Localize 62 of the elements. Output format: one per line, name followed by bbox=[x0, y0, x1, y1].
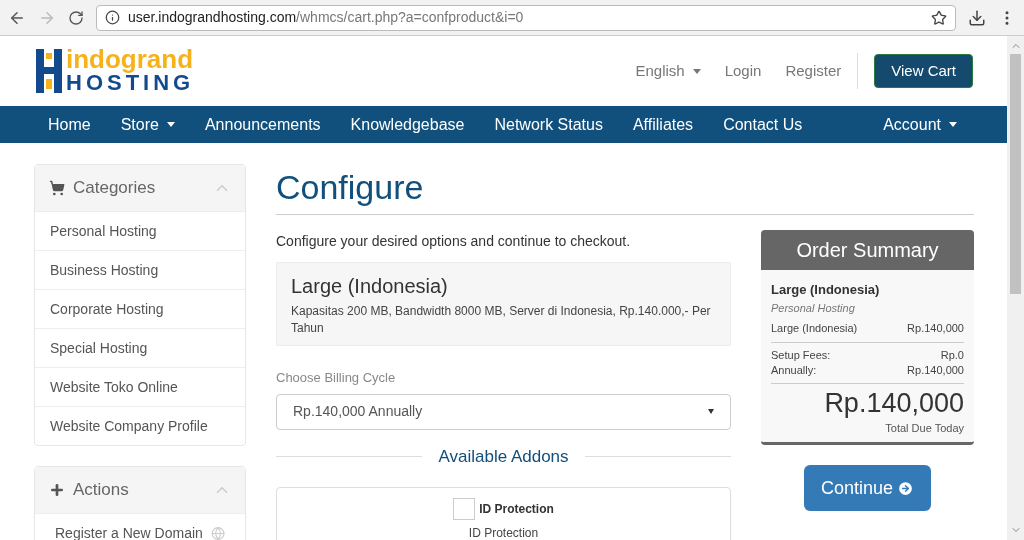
panel-title: Actions bbox=[73, 479, 130, 502]
nav-link[interactable]: Announcements bbox=[204, 112, 321, 137]
addons-heading: Available Addons bbox=[438, 445, 569, 468]
continue-button[interactable]: Continue bbox=[803, 465, 932, 511]
sidebar-link[interactable]: Special Hosting bbox=[50, 337, 148, 359]
nav-link[interactable]: Account bbox=[883, 112, 957, 137]
summary-product-group: Personal Hosting bbox=[771, 299, 964, 316]
sidebar-link[interactable]: Personal Hosting bbox=[50, 220, 157, 242]
sidebar-link[interactable]: Business Hosting bbox=[50, 259, 159, 281]
nav-link[interactable]: Affiliates bbox=[632, 112, 694, 137]
summary-fee-label: Setup Fees: bbox=[771, 347, 831, 363]
total-amount: Rp.140,000 bbox=[823, 386, 964, 420]
panel-title: Categories bbox=[73, 177, 157, 200]
addon-checkbox[interactable] bbox=[453, 498, 476, 520]
caret-icon bbox=[692, 68, 701, 74]
intro-text: Configure your desired options and continue to checkout. bbox=[276, 232, 632, 251]
header-link[interactable]: Register bbox=[785, 59, 842, 83]
view-cart-button[interactable]: View Cart bbox=[874, 54, 973, 88]
summary-fee-value: Rp.0 bbox=[940, 347, 964, 363]
addon-description: ID Protection bbox=[468, 525, 539, 540]
nav-link[interactable]: Home bbox=[48, 112, 91, 137]
reload-icon[interactable] bbox=[68, 9, 84, 26]
arrow-right-circle-icon bbox=[897, 479, 915, 497]
nav-link[interactable]: Network Status bbox=[494, 112, 603, 137]
scroll-thumb[interactable] bbox=[1010, 54, 1021, 294]
billing-label: Choose Billing Cycle bbox=[276, 369, 397, 387]
cart-icon bbox=[49, 180, 65, 196]
summary-line-label: Large (Indonesia) bbox=[771, 321, 858, 336]
globe-icon bbox=[210, 525, 225, 540]
info-icon bbox=[105, 10, 120, 25]
addon-name: ID Protection bbox=[479, 501, 554, 518]
summary-fee-label: Annually: bbox=[771, 362, 817, 378]
logo-text: indogrand bbox=[66, 47, 195, 71]
page-title: Configure bbox=[276, 164, 974, 215]
sidebar-link[interactable]: Website Toko Online bbox=[50, 376, 178, 398]
product-name: Large (Indonesia) bbox=[291, 274, 449, 299]
bookmark-star-icon[interactable] bbox=[931, 9, 947, 26]
sidebar-link[interactable]: Corporate Hosting bbox=[50, 298, 164, 320]
address-bar[interactable]: user.indograndhosting.com/whmcs/cart.php?a=confproduct&i=0 bbox=[96, 4, 956, 31]
caret-icon bbox=[166, 122, 175, 127]
panel-header[interactable]: Actions bbox=[35, 467, 245, 513]
dropdown-arrow-icon bbox=[708, 409, 714, 414]
sidebar-link[interactable]: Register a New Domain bbox=[55, 522, 203, 540]
summary-line-value: Rp.140,000 bbox=[907, 321, 964, 336]
logo-h-icon bbox=[36, 49, 62, 93]
url-text: user.indograndhosting.com/whmcs/cart.php?a=confproduct&i=0 bbox=[128, 8, 525, 27]
nav-link[interactable]: Contact Us bbox=[723, 112, 803, 137]
plus-icon bbox=[49, 482, 65, 498]
billing-select[interactable]: Rp.140,000 Annually bbox=[276, 393, 731, 430]
sidebar-link[interactable]: Website Company Profile bbox=[50, 415, 208, 437]
total-label: Total Due Today bbox=[884, 420, 964, 436]
download-icon[interactable] bbox=[968, 8, 986, 27]
nav-link[interactable]: Store bbox=[120, 112, 175, 137]
header-link[interactable]: English bbox=[635, 59, 701, 83]
header-link[interactable]: Login bbox=[724, 59, 762, 83]
summary-product-name: Large (Indonesia) bbox=[771, 281, 881, 299]
nav-link[interactable]: Knowledgebase bbox=[350, 112, 465, 137]
panel-header[interactable]: Categories bbox=[35, 165, 245, 211]
summary-header: Order Summary bbox=[761, 230, 974, 270]
caret-icon bbox=[949, 122, 957, 127]
summary-fee-value: Rp.140,000 bbox=[907, 362, 964, 378]
product-description: Kapasitas 200 MB, Bandwidth 8000 MB, Server di Indonesia, Rp.140.000,- Per Tahun bbox=[291, 303, 712, 337]
